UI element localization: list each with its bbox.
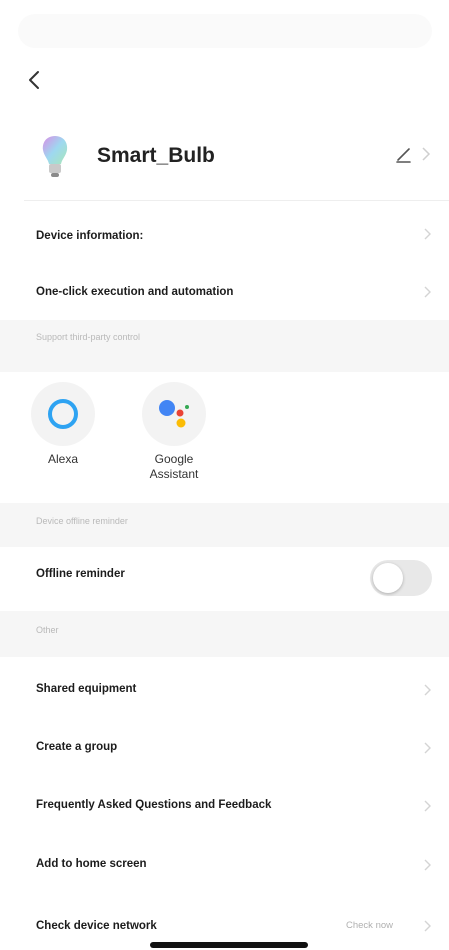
offline-reminder-label: Offline reminder bbox=[36, 568, 125, 580]
chevron-right-icon bbox=[422, 147, 431, 161]
chevron-right-icon bbox=[424, 286, 431, 298]
home-indicator bbox=[150, 942, 308, 948]
chevron-right-icon bbox=[424, 920, 431, 932]
offline-reminder-toggle[interactable] bbox=[370, 560, 432, 596]
chevron-right-icon bbox=[424, 800, 431, 812]
add-to-home-screen-row[interactable]: Add to home screen bbox=[0, 837, 449, 892]
google-assistant-icon bbox=[159, 400, 189, 428]
check-device-network-label: Check device network bbox=[36, 920, 157, 932]
alexa-service[interactable]: Alexa bbox=[30, 382, 96, 467]
add-to-home-screen-label: Add to home screen bbox=[36, 858, 147, 870]
device-header[interactable]: Smart_Bulb bbox=[0, 120, 449, 200]
google-assistant-service[interactable]: Google Assistant bbox=[136, 382, 212, 482]
alexa-icon-circle bbox=[31, 382, 95, 446]
one-click-label: One-click execution and automation bbox=[36, 286, 234, 298]
create-group-row[interactable]: Create a group bbox=[0, 720, 449, 775]
alexa-icon bbox=[48, 399, 78, 429]
chevron-right-icon bbox=[424, 742, 431, 754]
third-party-section-header: Support third-party control bbox=[0, 320, 449, 372]
device-information-label: Device information: bbox=[36, 230, 144, 242]
google-assistant-label: Google Assistant bbox=[149, 452, 199, 481]
device-information-row[interactable]: Device information: bbox=[0, 210, 449, 260]
chevron-left-icon bbox=[29, 71, 39, 89]
faq-feedback-row[interactable]: Frequently Asked Questions and Feedback bbox=[0, 778, 449, 833]
shared-equipment-label: Shared equipment bbox=[36, 683, 137, 695]
bulb-icon bbox=[42, 136, 68, 177]
offline-section-header: Device offline reminder bbox=[0, 503, 449, 547]
chevron-right-icon bbox=[424, 859, 431, 871]
back-button[interactable] bbox=[24, 66, 44, 94]
check-now-value[interactable]: Check now bbox=[346, 920, 393, 931]
google-assistant-icon-circle bbox=[142, 382, 206, 446]
chevron-right-icon bbox=[424, 228, 431, 240]
divider bbox=[24, 200, 449, 201]
one-click-row[interactable]: One-click execution and automation bbox=[0, 265, 449, 320]
chevron-right-icon bbox=[424, 684, 431, 696]
pencil-icon[interactable] bbox=[394, 144, 414, 164]
alexa-label: Alexa bbox=[47, 452, 79, 466]
third-party-section-label: Support third-party control bbox=[36, 332, 141, 342]
offline-section-label: Device offline reminder bbox=[36, 516, 128, 526]
other-section-header: Other bbox=[0, 611, 449, 657]
faq-feedback-label: Frequently Asked Questions and Feedback bbox=[36, 799, 272, 811]
shared-equipment-row[interactable]: Shared equipment bbox=[0, 662, 449, 717]
other-section-label: Other bbox=[36, 625, 59, 635]
create-group-label: Create a group bbox=[36, 741, 118, 753]
device-name: Smart_Bulb bbox=[97, 144, 215, 167]
toggle-knob bbox=[373, 563, 403, 593]
status-bar-area bbox=[18, 14, 432, 48]
